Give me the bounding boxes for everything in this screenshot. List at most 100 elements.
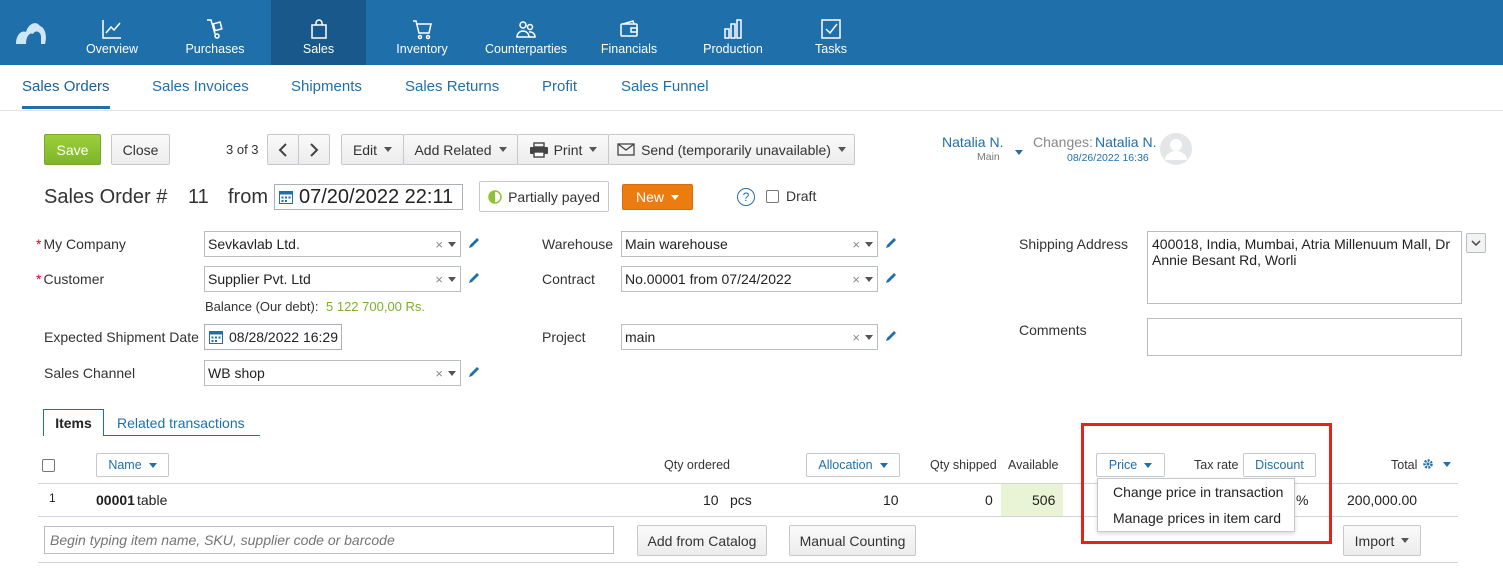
hand-truck-icon	[207, 19, 223, 39]
add-from-catalog-button[interactable]: Add from Catalog	[637, 525, 767, 556]
calendar-icon[interactable]	[279, 190, 293, 204]
tab-profit[interactable]: Profit	[542, 78, 577, 95]
import-button[interactable]: Import	[1343, 525, 1421, 556]
pencil-icon[interactable]	[467, 236, 481, 250]
unit-value: pcs	[730, 492, 752, 508]
shipping-address-field[interactable]: 400018, India, Mumbai, Atria Millenuum M…	[1147, 231, 1462, 304]
caret-down-icon[interactable]	[448, 242, 456, 247]
nav-label: Counterparties	[485, 42, 567, 56]
order-date-field[interactable]: 07/20/2022 22:11	[274, 184, 463, 210]
customer-field[interactable]: Supplier Pvt. Ltd ×	[204, 266, 461, 292]
shipment-date-field[interactable]: 08/28/2022 16:29	[204, 324, 342, 350]
changes-label: Changes:	[1033, 134, 1093, 150]
order-from: from	[228, 186, 268, 208]
state-dropdown[interactable]: New	[622, 184, 693, 210]
tab-sales-orders[interactable]: Sales Orders	[22, 78, 110, 109]
total-value: 200,000.00	[1347, 492, 1418, 508]
add-related-label: Add Related	[414, 141, 492, 158]
add-related-button[interactable]: Add Related	[403, 134, 518, 165]
caret-down-icon[interactable]	[448, 277, 456, 282]
owner-name[interactable]: Natalia N.	[942, 134, 1003, 150]
chart-line-icon	[102, 20, 121, 39]
clear-icon[interactable]: ×	[435, 272, 443, 287]
nav-production[interactable]: Production	[693, 0, 773, 65]
clear-icon[interactable]: ×	[852, 237, 860, 252]
changes-by[interactable]: Natalia N.	[1095, 134, 1156, 150]
nav-purchases[interactable]: Purchases	[170, 0, 260, 65]
pencil-icon[interactable]	[884, 236, 898, 250]
caret-down-icon	[148, 462, 157, 468]
caret-down-icon[interactable]	[865, 335, 873, 340]
pencil-icon[interactable]	[467, 365, 481, 379]
pencil-icon[interactable]	[884, 329, 898, 343]
tab-items[interactable]: Items	[43, 409, 104, 436]
draft-checkbox[interactable]	[766, 190, 779, 203]
clear-icon[interactable]: ×	[435, 366, 443, 381]
sales-channel-value: WB shop	[208, 365, 265, 381]
caret-down-icon[interactable]	[865, 277, 873, 282]
clear-icon[interactable]: ×	[435, 237, 443, 252]
nav-counterparties[interactable]: Counterparties	[478, 0, 574, 65]
next-button[interactable]	[298, 134, 330, 165]
calendar-icon[interactable]	[209, 330, 223, 344]
item-search-input[interactable]	[44, 526, 614, 554]
avatar[interactable]	[1160, 133, 1192, 165]
nav-overview[interactable]: Overview	[72, 0, 152, 65]
qty-ordered-value[interactable]: 10	[703, 492, 719, 508]
edit-button[interactable]: Edit	[341, 134, 404, 165]
logo-icon[interactable]	[14, 18, 48, 46]
warehouse-field[interactable]: Main warehouse ×	[621, 231, 878, 257]
send-button[interactable]: Send (temporarily unavailable)	[608, 134, 855, 165]
select-all-checkbox[interactable]	[42, 459, 55, 472]
clear-icon[interactable]: ×	[852, 330, 860, 345]
nav-financials[interactable]: Financials	[590, 0, 668, 65]
warehouse-value: Main warehouse	[625, 236, 728, 252]
my-company-field[interactable]: Sevkavlab Ltd. ×	[204, 231, 461, 257]
item-code[interactable]: 00001	[96, 492, 135, 508]
sales-channel-field[interactable]: WB shop ×	[204, 360, 461, 386]
pencil-icon[interactable]	[467, 271, 481, 285]
name-header: Name	[108, 458, 142, 472]
tab-shipments[interactable]: Shipments	[291, 78, 362, 95]
tab-sales-funnel[interactable]: Sales Funnel	[621, 78, 709, 95]
project-field[interactable]: main ×	[621, 324, 878, 350]
owner-dropdown-icon[interactable]	[1008, 142, 1023, 158]
tab-related-transactions[interactable]: Related transactions	[117, 415, 245, 431]
customer-label: * Customer	[36, 271, 105, 287]
close-button[interactable]: Close	[111, 134, 170, 165]
nav-sales[interactable]: Sales	[271, 0, 366, 65]
nav-tasks[interactable]: Tasks	[800, 0, 862, 65]
prev-button[interactable]	[267, 134, 299, 165]
allocation-value[interactable]: 10	[883, 492, 899, 508]
chevron-down-icon	[1471, 239, 1481, 246]
comments-field[interactable]	[1147, 318, 1462, 356]
caret-down-icon	[1401, 538, 1410, 543]
order-number[interactable]: 11	[188, 186, 209, 209]
top-navbar: Overview Purchases Sales Inventory Count…	[0, 0, 1503, 65]
gear-icon[interactable]	[1422, 458, 1434, 470]
nav-inventory[interactable]: Inventory	[381, 0, 463, 65]
owner-group: Main	[977, 151, 1000, 163]
pencil-icon[interactable]	[884, 271, 898, 285]
tab-sales-invoices[interactable]: Sales Invoices	[152, 78, 249, 95]
save-button[interactable]: Save	[44, 134, 101, 165]
manual-counting-button[interactable]: Manual Counting	[789, 525, 916, 556]
available-value: 506	[1032, 492, 1056, 508]
contract-field[interactable]: No.00001 from 07/24/2022 ×	[621, 266, 878, 292]
caret-down-icon[interactable]	[1443, 462, 1451, 467]
item-name[interactable]: table	[137, 492, 167, 508]
print-button[interactable]: Print	[517, 134, 609, 165]
edit-label: Edit	[352, 141, 378, 158]
caret-down-icon[interactable]	[448, 371, 456, 376]
address-expand-button[interactable]	[1466, 233, 1486, 253]
caret-down-icon[interactable]	[865, 242, 873, 247]
clear-icon[interactable]: ×	[852, 272, 860, 287]
allocation-column-button[interactable]: Allocation	[806, 453, 900, 477]
name-column-button[interactable]: Name	[96, 453, 169, 477]
customer-value: Supplier Pvt. Ltd	[208, 271, 311, 287]
payment-status-button[interactable]: Partially payed	[479, 181, 609, 212]
tab-sales-returns[interactable]: Sales Returns	[405, 78, 499, 95]
help-icon[interactable]: ?	[737, 188, 755, 206]
warehouse-label: Warehouse	[542, 236, 614, 252]
allocation-header: Allocation	[818, 458, 873, 472]
